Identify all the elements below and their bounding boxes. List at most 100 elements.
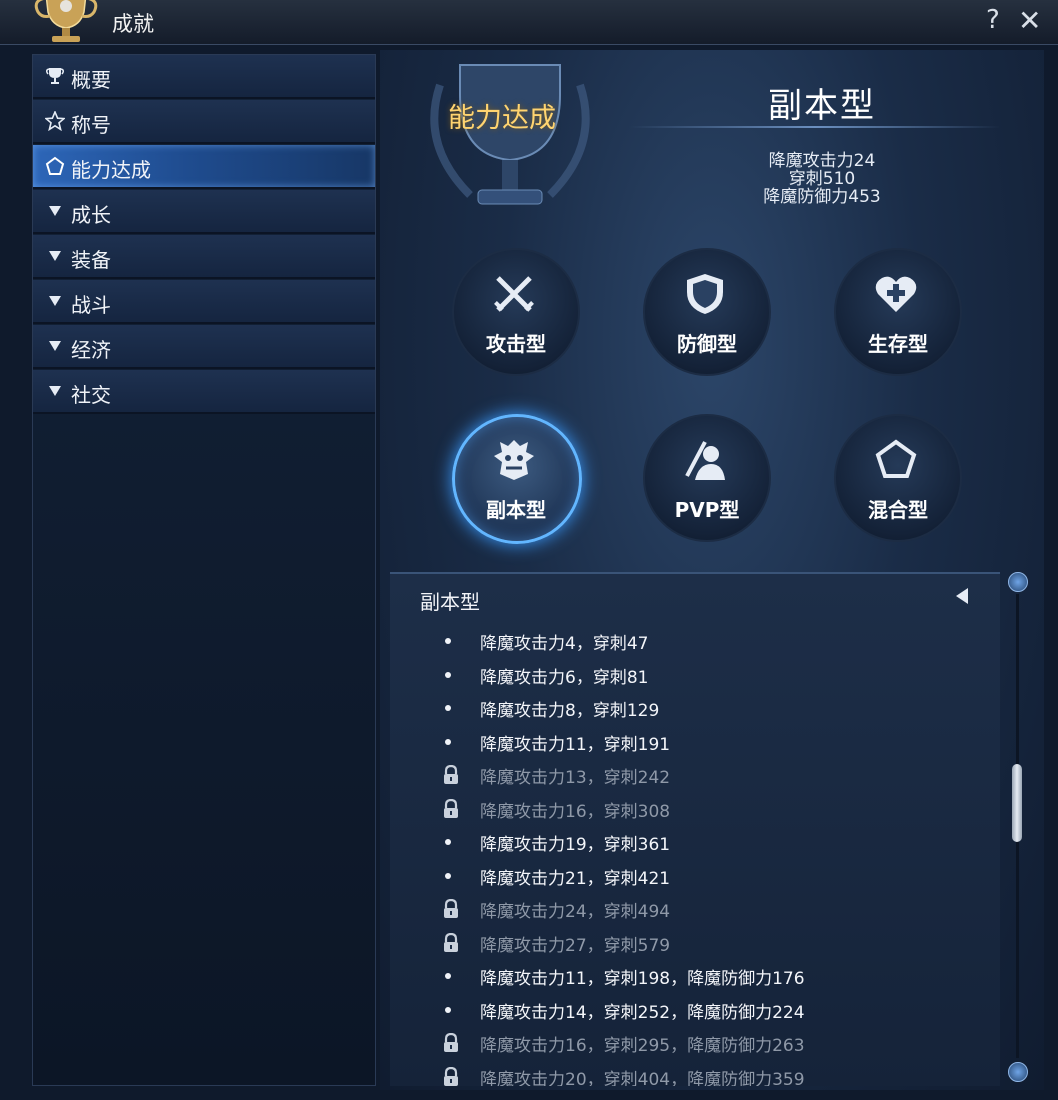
title-bar: 成就 ? ✕ bbox=[0, 0, 1058, 45]
list-item-text: 降魔攻击力6，穿刺81 bbox=[480, 667, 649, 688]
type-label: 攻击型 bbox=[486, 332, 546, 356]
demon-mask-icon bbox=[494, 440, 534, 480]
type-button-survival[interactable]: 生存型 bbox=[834, 248, 962, 376]
list-item: 降魔攻击力13，穿刺242 bbox=[390, 758, 1000, 791]
list-item: 降魔攻击力8，穿刺129 bbox=[390, 691, 1000, 724]
list-item-text: 降魔攻击力20，穿刺404，降魔防御力359 bbox=[480, 1069, 805, 1087]
type-button-hybrid[interactable]: 混合型 bbox=[834, 414, 962, 542]
close-button[interactable]: ✕ bbox=[1018, 4, 1041, 37]
type-label: 副本型 bbox=[486, 498, 546, 522]
list-item-text: 降魔攻击力11，穿刺191 bbox=[480, 734, 671, 755]
type-button-pvp[interactable]: PVP型 bbox=[643, 414, 771, 542]
lock-icon bbox=[444, 1066, 458, 1086]
sidebar-item-titles[interactable]: 称号 bbox=[33, 100, 375, 144]
list-item-text: 降魔攻击力19，穿刺361 bbox=[480, 835, 671, 855]
type-button-dungeon[interactable]: 副本型 bbox=[452, 414, 582, 544]
list-item-text: 降魔攻击力24，穿刺494 bbox=[480, 902, 671, 922]
sidebar-item-label: 能力达成 bbox=[71, 158, 151, 182]
list-item: 降魔攻击力20，穿刺404，降魔防御力359 bbox=[390, 1060, 1000, 1087]
list-item-text: 降魔攻击力16，穿刺308 bbox=[480, 801, 671, 822]
sidebar-item-label: 经济 bbox=[71, 338, 111, 362]
sidebar-item-overview[interactable]: 概要 bbox=[33, 55, 375, 99]
sidebar-item-ability[interactable]: 能力达成 bbox=[33, 145, 375, 189]
bullet-icon bbox=[445, 839, 451, 845]
list-item-text: 降魔攻击力13，穿刺242 bbox=[480, 768, 671, 788]
triangle-down-icon bbox=[49, 386, 61, 396]
list-item: 降魔攻击力11，穿刺191 bbox=[390, 725, 1000, 758]
list-item: 降魔攻击力16，穿刺308 bbox=[390, 792, 1000, 825]
bullet-icon bbox=[445, 738, 451, 745]
list-title: 副本型 bbox=[420, 590, 480, 614]
bullet-icon bbox=[445, 705, 451, 711]
list-item: 降魔攻击力14，穿刺252，降魔防御力224 bbox=[390, 993, 1000, 1026]
type-label: 防御型 bbox=[677, 332, 737, 356]
sidebar-item-combat[interactable]: 战斗 bbox=[33, 280, 375, 324]
trophy-logo-icon bbox=[34, 0, 98, 42]
scroll-up-button[interactable] bbox=[1008, 572, 1028, 592]
triangle-down-icon bbox=[49, 296, 61, 306]
lock-icon bbox=[444, 798, 458, 818]
list-item-text: 降魔攻击力4，穿刺47 bbox=[480, 634, 649, 654]
heart-plus-icon bbox=[875, 276, 917, 312]
list-item: 降魔攻击力24，穿刺494 bbox=[390, 892, 1000, 925]
triangle-down-icon bbox=[49, 206, 61, 216]
sidebar-item-label: 称号 bbox=[71, 113, 111, 137]
list-item-text: 降魔攻击力21，穿刺421 bbox=[480, 868, 671, 889]
lock-icon bbox=[444, 1033, 458, 1052]
type-label: 混合型 bbox=[868, 498, 928, 522]
list-item: 降魔攻击力4，穿刺47 bbox=[390, 624, 1000, 657]
shield-icon bbox=[687, 274, 723, 314]
type-label: 生存型 bbox=[868, 332, 928, 356]
bullet-icon bbox=[445, 638, 451, 644]
crossed-swords-icon bbox=[494, 276, 534, 312]
stat-line: 降魔防御力453 bbox=[763, 187, 881, 207]
triangle-down-icon bbox=[49, 251, 61, 261]
bullet-icon bbox=[445, 1006, 451, 1013]
lock-icon bbox=[444, 899, 458, 918]
list-item-text: 降魔攻击力11，穿刺198，降魔防御力176 bbox=[480, 969, 805, 989]
list-item-text: 降魔攻击力16，穿刺295，降魔防御力263 bbox=[480, 1036, 805, 1056]
list-item: 降魔攻击力19，穿刺361 bbox=[390, 825, 1000, 858]
scroll-thumb[interactable] bbox=[1012, 764, 1022, 842]
type-button-defense[interactable]: 防御型 bbox=[643, 248, 771, 376]
list-item-text: 降魔攻击力27，穿刺579 bbox=[480, 935, 671, 956]
sidebar-item-growth[interactable]: 成长 bbox=[33, 190, 375, 234]
list-item: 降魔攻击力6，穿刺81 bbox=[390, 658, 1000, 691]
star-icon bbox=[45, 111, 65, 131]
sidebar-item-label: 社交 bbox=[71, 383, 111, 407]
pentagon-icon bbox=[875, 439, 917, 478]
list-item: 降魔攻击力16，穿刺295，降魔防御力263 bbox=[390, 1026, 1000, 1059]
bullet-icon bbox=[445, 671, 451, 678]
lock-icon bbox=[444, 765, 458, 784]
achievement-list: 副本型 降魔攻击力4，穿刺47 降魔攻击力6，穿刺81 降魔攻击力8，穿刺129 降魔… bbox=[390, 572, 1000, 1086]
sidebar-item-economy[interactable]: 经济 bbox=[33, 325, 375, 369]
bullet-icon bbox=[445, 973, 451, 979]
list-item-text: 降魔攻击力14，穿刺252，降魔防御力224 bbox=[480, 1002, 805, 1023]
type-button-attack[interactable]: 攻击型 bbox=[452, 248, 580, 376]
window-title: 成就 bbox=[112, 12, 154, 36]
lock-icon bbox=[444, 932, 458, 952]
sidebar-item-equipment[interactable]: 装备 bbox=[33, 235, 375, 279]
sidebar-item-label: 概要 bbox=[71, 68, 111, 92]
scroll-down-button[interactable] bbox=[1008, 1062, 1028, 1082]
sidebar: 概要 称号 能力达成 成长 装备 战斗 经济 社交 bbox=[32, 54, 376, 1086]
cup-emblem-icon bbox=[430, 64, 590, 205]
list-item: 降魔攻击力21，穿刺421 bbox=[390, 859, 1000, 892]
sidebar-item-social[interactable]: 社交 bbox=[33, 370, 375, 414]
pentagon-icon bbox=[45, 156, 65, 175]
list-item: 降魔攻击力11，穿刺198，降魔防御力176 bbox=[390, 959, 1000, 992]
type-label: PVP型 bbox=[674, 498, 740, 522]
list-scrollbar[interactable] bbox=[1008, 572, 1028, 1084]
ability-heading: 能力达成 bbox=[448, 103, 556, 134]
sidebar-item-label: 成长 bbox=[71, 203, 111, 227]
trophy-icon bbox=[45, 68, 65, 84]
bullet-icon bbox=[445, 872, 451, 879]
sidebar-item-label: 战斗 bbox=[71, 293, 111, 317]
collapse-arrow-icon[interactable] bbox=[956, 588, 968, 604]
fighter-icon bbox=[685, 441, 725, 480]
sidebar-item-label: 装备 bbox=[71, 248, 111, 272]
list-item: 降魔攻击力27，穿刺579 bbox=[390, 926, 1000, 959]
triangle-down-icon bbox=[49, 341, 61, 351]
title-divider bbox=[630, 126, 1000, 128]
help-button[interactable]: ? bbox=[986, 5, 1000, 35]
